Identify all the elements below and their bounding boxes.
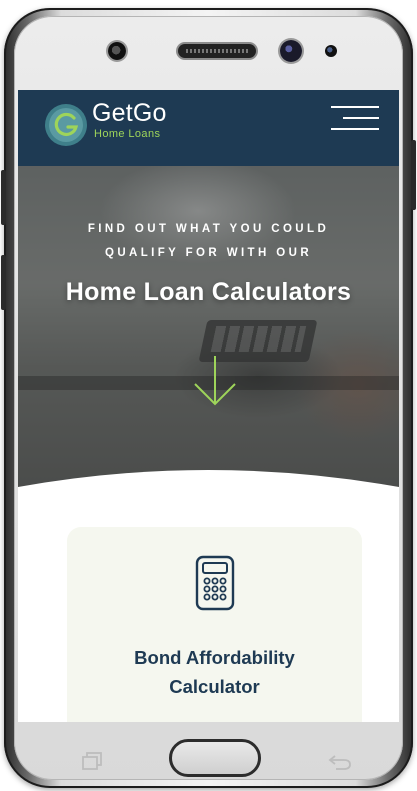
card-title: Bond Affordability Calculator bbox=[67, 643, 362, 701]
menu-line bbox=[331, 128, 379, 130]
menu-line bbox=[343, 117, 379, 119]
bond-affordability-card[interactable]: Bond Affordability Calculator bbox=[67, 527, 362, 722]
calculator-icon bbox=[195, 555, 235, 611]
getgo-logo-icon[interactable] bbox=[44, 103, 88, 147]
hero-title: Home Loan Calculators bbox=[65, 278, 352, 306]
recent-apps-icon[interactable] bbox=[82, 752, 102, 770]
home-button[interactable] bbox=[169, 739, 261, 777]
hero-bottom-curve bbox=[18, 470, 399, 501]
front-sensor-icon bbox=[108, 42, 126, 60]
brand-name[interactable]: GetGo bbox=[92, 99, 167, 128]
hero-overlay bbox=[18, 166, 399, 501]
site-navbar: GetGo Home Loans bbox=[18, 90, 399, 166]
arrow-down-icon[interactable] bbox=[192, 354, 238, 410]
back-icon[interactable] bbox=[328, 752, 352, 770]
card-title-line2: Calculator bbox=[169, 676, 260, 697]
power-button bbox=[411, 140, 416, 210]
phone-screen: GetGo Home Loans FIND OUT WHAT YOU COULD… bbox=[18, 90, 399, 722]
proximity-sensor-icon bbox=[325, 45, 337, 57]
earpiece-speaker bbox=[178, 44, 256, 58]
brand-tagline: Home Loans bbox=[94, 128, 161, 140]
hamburger-menu-icon[interactable] bbox=[327, 106, 379, 136]
card-title-line1: Bond Affordability bbox=[134, 647, 295, 668]
front-camera-icon bbox=[280, 40, 302, 62]
volume-up-button bbox=[1, 170, 6, 225]
hero-eyebrow-line2: QUALIFY FOR WITH OUR bbox=[104, 247, 313, 259]
menu-line bbox=[331, 106, 379, 108]
volume-down-button bbox=[1, 255, 6, 310]
hero-section: FIND OUT WHAT YOU COULD QUALIFY FOR WITH… bbox=[18, 166, 399, 501]
hero-eyebrow-line1: FIND OUT WHAT YOU COULD bbox=[87, 223, 330, 235]
